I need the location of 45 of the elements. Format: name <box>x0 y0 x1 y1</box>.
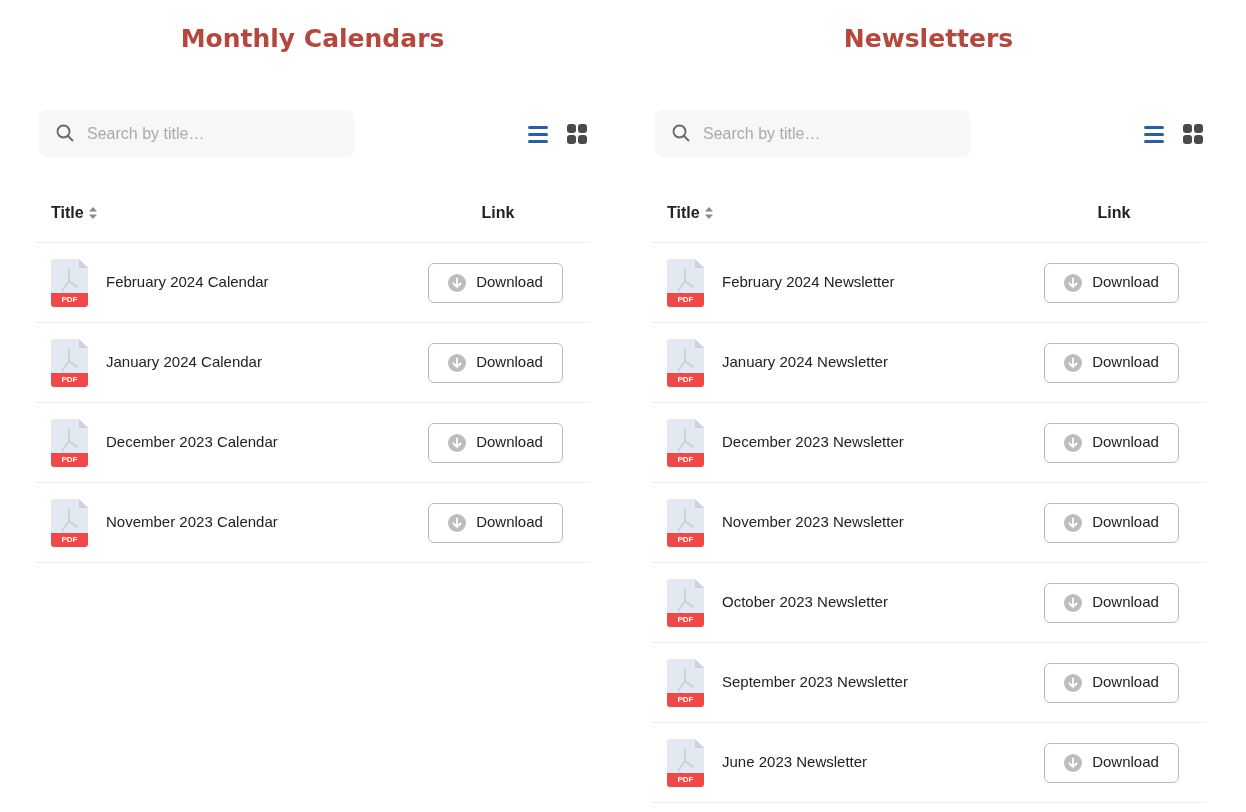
column-header[interactable]: Title <box>667 201 700 225</box>
download-button[interactable]: Download <box>428 262 563 303</box>
download-icon <box>448 433 467 452</box>
file-title: December 2023 Newsletter <box>722 432 904 453</box>
search-field[interactable]: Search by title… <box>655 110 970 157</box>
file-title: September 2023 Newsletter <box>722 672 908 693</box>
download-button[interactable]: Download <box>1044 742 1179 783</box>
download-button[interactable]: Download <box>1044 262 1179 303</box>
grid-view-icon[interactable] <box>1182 122 1204 145</box>
file-title: February 2024 Newsletter <box>722 272 895 293</box>
search-field[interactable]: Search by title… <box>39 110 354 157</box>
section-title: Monthly Calendars <box>179 23 446 55</box>
file-title: November 2023 Newsletter <box>722 512 904 533</box>
download-icon <box>448 353 467 372</box>
download-icon <box>1064 433 1083 452</box>
file-title: December 2023 Calendar <box>106 432 278 453</box>
download-button[interactable]: Download <box>1044 342 1179 383</box>
file-title: October 2023 Newsletter <box>722 592 888 613</box>
column-header: Link <box>1097 203 1131 223</box>
download-icon <box>1064 353 1083 372</box>
download-button[interactable]: Download <box>428 422 563 463</box>
file-title: February 2024 Calendar <box>106 272 269 293</box>
download-button[interactable]: Download <box>428 502 563 543</box>
download-icon <box>1064 273 1083 292</box>
download-icon <box>1064 593 1083 612</box>
download-button[interactable]: Download <box>1044 662 1179 703</box>
download-icon <box>448 513 467 532</box>
sort-icon[interactable] <box>703 205 714 221</box>
section-title: Newsletters <box>842 23 1015 55</box>
download-button[interactable]: Download <box>1044 502 1179 543</box>
download-icon <box>1064 673 1083 692</box>
sort-icon[interactable] <box>87 205 98 221</box>
column-header: Link <box>481 203 515 223</box>
file-title: January 2024 Newsletter <box>722 352 888 373</box>
download-icon <box>1064 753 1083 772</box>
file-title: June 2023 Newsletter <box>722 752 868 773</box>
download-button[interactable]: Download <box>428 342 563 383</box>
grid-view-icon[interactable] <box>566 122 588 145</box>
download-button[interactable]: Download <box>1044 582 1179 623</box>
download-icon <box>1064 513 1083 532</box>
download-button[interactable]: Download <box>1044 422 1179 463</box>
column-header[interactable]: Title <box>51 201 84 225</box>
download-icon <box>448 273 467 292</box>
file-title: January 2024 Calendar <box>106 352 262 373</box>
file-title: November 2023 Calendar <box>106 512 278 533</box>
